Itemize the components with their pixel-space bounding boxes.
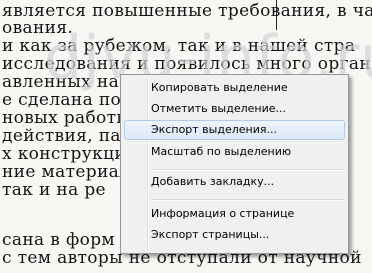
menu-item-page-info[interactable]: Информация о странице — [124, 204, 345, 224]
menu-separator — [151, 169, 345, 171]
menu-item-zoom-to-selection[interactable]: Масштаб по выделению — [124, 142, 345, 162]
menu-item-add-bookmark[interactable]: Добавить закладку... — [124, 172, 345, 192]
menu-item-copy-selection[interactable]: Копировать выделение — [124, 78, 345, 98]
menu-item-export-page[interactable]: Экспорт страницы... — [124, 225, 345, 245]
menu-item-export-selection[interactable]: Экспорт выделения... — [124, 120, 345, 140]
menu-item-highlight-selection[interactable]: Отметить выделение... — [124, 99, 345, 119]
context-menu: Копировать выделение Отметить выделение.… — [120, 74, 349, 254]
menu-separator — [151, 199, 345, 201]
text-line: так и на ре — [2, 180, 106, 200]
